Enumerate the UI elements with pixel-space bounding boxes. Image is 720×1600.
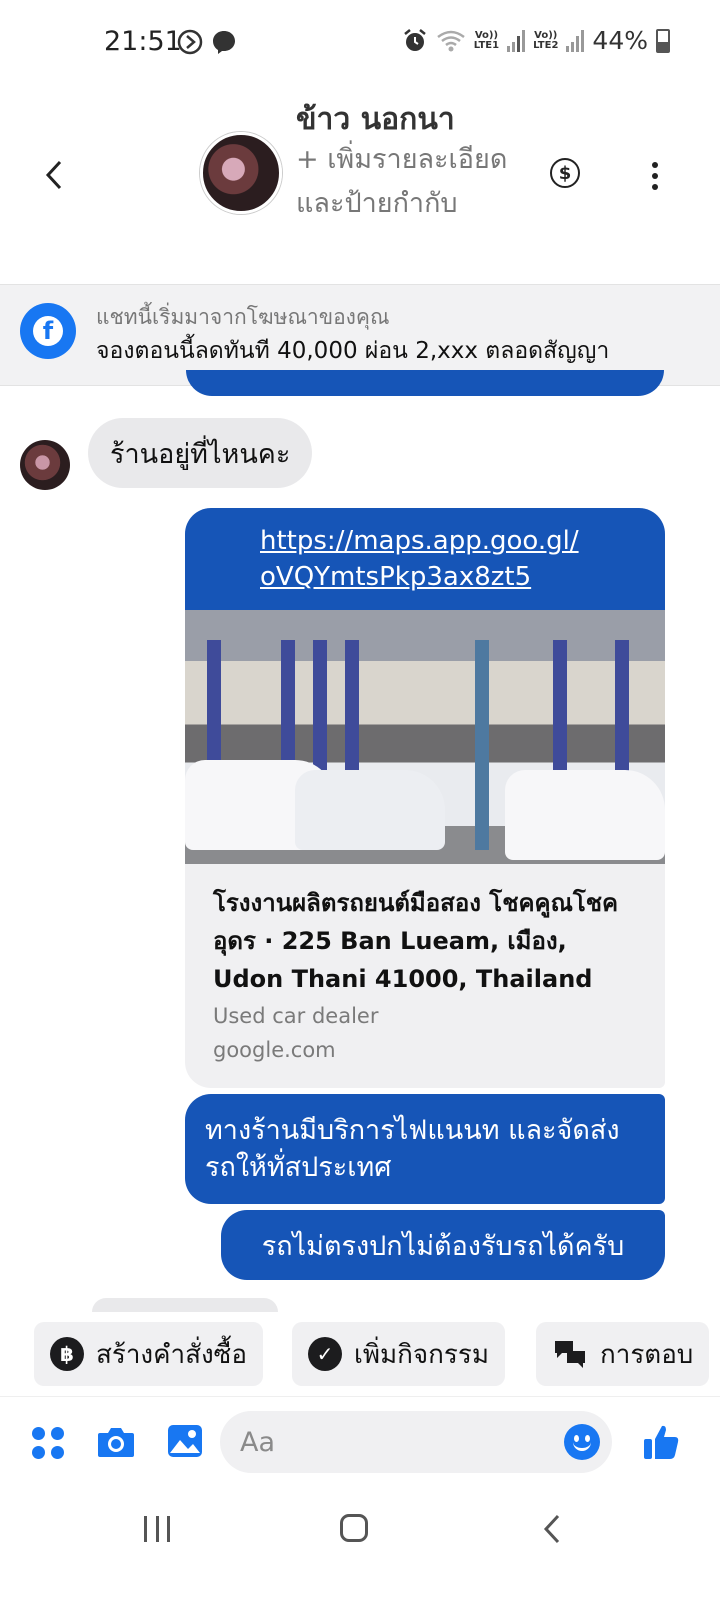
saved-replies-label: การตอบ	[600, 1339, 694, 1370]
back-button[interactable]	[34, 150, 74, 200]
ad-origin-text: แชทนี้เริ่มมาจากโฆษณาของคุณ	[96, 305, 390, 329]
sim1-signal-icon	[507, 29, 526, 52]
wifi-icon	[437, 30, 465, 51]
saved-replies-button[interactable]: การตอบ	[536, 1322, 710, 1386]
link-preview-image[interactable]	[185, 610, 665, 864]
recent-apps-button[interactable]	[144, 1516, 170, 1542]
create-order-button[interactable]: ฿ สร้างคำสั่งซื้อ	[34, 1322, 263, 1386]
link-url[interactable]: https://maps.app.goo.gl/oVQYmtsPkp3ax8zt…	[260, 523, 590, 595]
baht-icon: ฿	[50, 1337, 84, 1371]
messenger-notification-icon	[213, 31, 235, 54]
partial-incoming-bubble	[92, 1298, 278, 1312]
message-composer	[0, 1396, 720, 1488]
more-options-button[interactable]	[640, 156, 670, 196]
status-bar: 21:51 Vo)) LTE1 Vo)) LTE2 44%	[0, 0, 720, 88]
battery-percent: 44%	[592, 26, 648, 55]
add-details-and-labels-link[interactable]: + เพิ่มรายละเอียดและป้ายกำกับ	[296, 138, 526, 226]
gallery-icon[interactable]	[166, 1423, 204, 1459]
sim1-lte-label: Vo)) LTE1	[473, 29, 500, 51]
outgoing-message[interactable]: รถไม่ตรงปกไม่ต้องรับรถได้ครับ	[221, 1210, 665, 1280]
emoji-icon[interactable]	[564, 1424, 600, 1460]
facebook-icon: f	[20, 303, 76, 359]
payment-button[interactable]: $	[550, 158, 580, 188]
message-input-box[interactable]	[220, 1411, 612, 1473]
link-preview-card[interactable]: https://maps.app.goo.gl/oVQYmtsPkp3ax8zt…	[185, 508, 665, 1088]
system-back-button[interactable]	[538, 1512, 568, 1546]
add-activity-label: เพิ่มกิจกรรม	[354, 1339, 489, 1370]
ad-title: จองตอนนี้ลดทันที 40,000 ผ่อน 2,xxx ตลอดส…	[96, 338, 610, 364]
dollar-icon: $	[558, 162, 572, 184]
more-dot-icon	[652, 184, 658, 190]
create-order-label: สร้างคำสั่งซื้อ	[96, 1339, 247, 1370]
previous-outgoing-bubble	[186, 370, 664, 396]
status-system-icons: Vo)) LTE1 Vo)) LTE2 44%	[402, 26, 670, 55]
data-saver-icon	[177, 29, 203, 55]
camera-icon[interactable]	[96, 1425, 136, 1459]
message-input[interactable]	[240, 1411, 560, 1473]
incoming-message[interactable]: ร้านอยู่ที่ไหนคะ	[88, 418, 313, 488]
home-button[interactable]	[340, 1514, 368, 1542]
conversation-header: ข้าว นอกนา + เพิ่มรายละเอียดและป้ายกำกับ…	[0, 88, 720, 284]
link-url-section[interactable]: https://maps.app.goo.gl/oVQYmtsPkp3ax8zt…	[185, 508, 665, 610]
chevron-left-icon	[45, 160, 62, 190]
contact-avatar[interactable]	[200, 132, 282, 214]
chat-bubbles-icon	[552, 1339, 588, 1369]
status-time: 21:51	[104, 26, 182, 57]
system-navigation-bar	[0, 1488, 720, 1600]
link-category: Used car dealer	[213, 1004, 379, 1028]
sender-avatar[interactable]	[20, 440, 70, 490]
link-title: โรงงานผลิตรถยนต์มือสอง โชคคูณโชคอุดร · 2…	[213, 889, 619, 993]
thumbs-up-icon[interactable]	[642, 1423, 680, 1461]
quick-actions-bar: ฿ สร้างคำสั่งซื้อ ✓ เพิ่มกิจกรรม การตอบ	[0, 1312, 720, 1396]
sim2-lte-label: Vo)) LTE2	[533, 29, 559, 51]
link-domain: google.com	[213, 1038, 336, 1062]
more-dot-icon	[652, 162, 658, 168]
battery-icon	[656, 28, 670, 53]
contact-name[interactable]: ข้าว นอกนา	[296, 96, 455, 143]
sim2-signal-icon	[566, 29, 585, 52]
apps-menu-button[interactable]	[32, 1427, 64, 1459]
add-activity-button[interactable]: ✓ เพิ่มกิจกรรม	[292, 1322, 505, 1386]
status-notification-icons	[176, 28, 238, 56]
more-dot-icon	[652, 173, 658, 179]
checkmark-icon: ✓	[308, 1337, 342, 1371]
alarm-icon	[403, 28, 426, 51]
outgoing-message[interactable]: ทางร้านมีบริการไฟแนนท และจัดส่งรถให้ทั่ส…	[185, 1094, 665, 1204]
link-info[interactable]: โรงงานผลิตรถยนต์มือสอง โชคคูณโชคอุดร · 2…	[185, 864, 665, 1082]
